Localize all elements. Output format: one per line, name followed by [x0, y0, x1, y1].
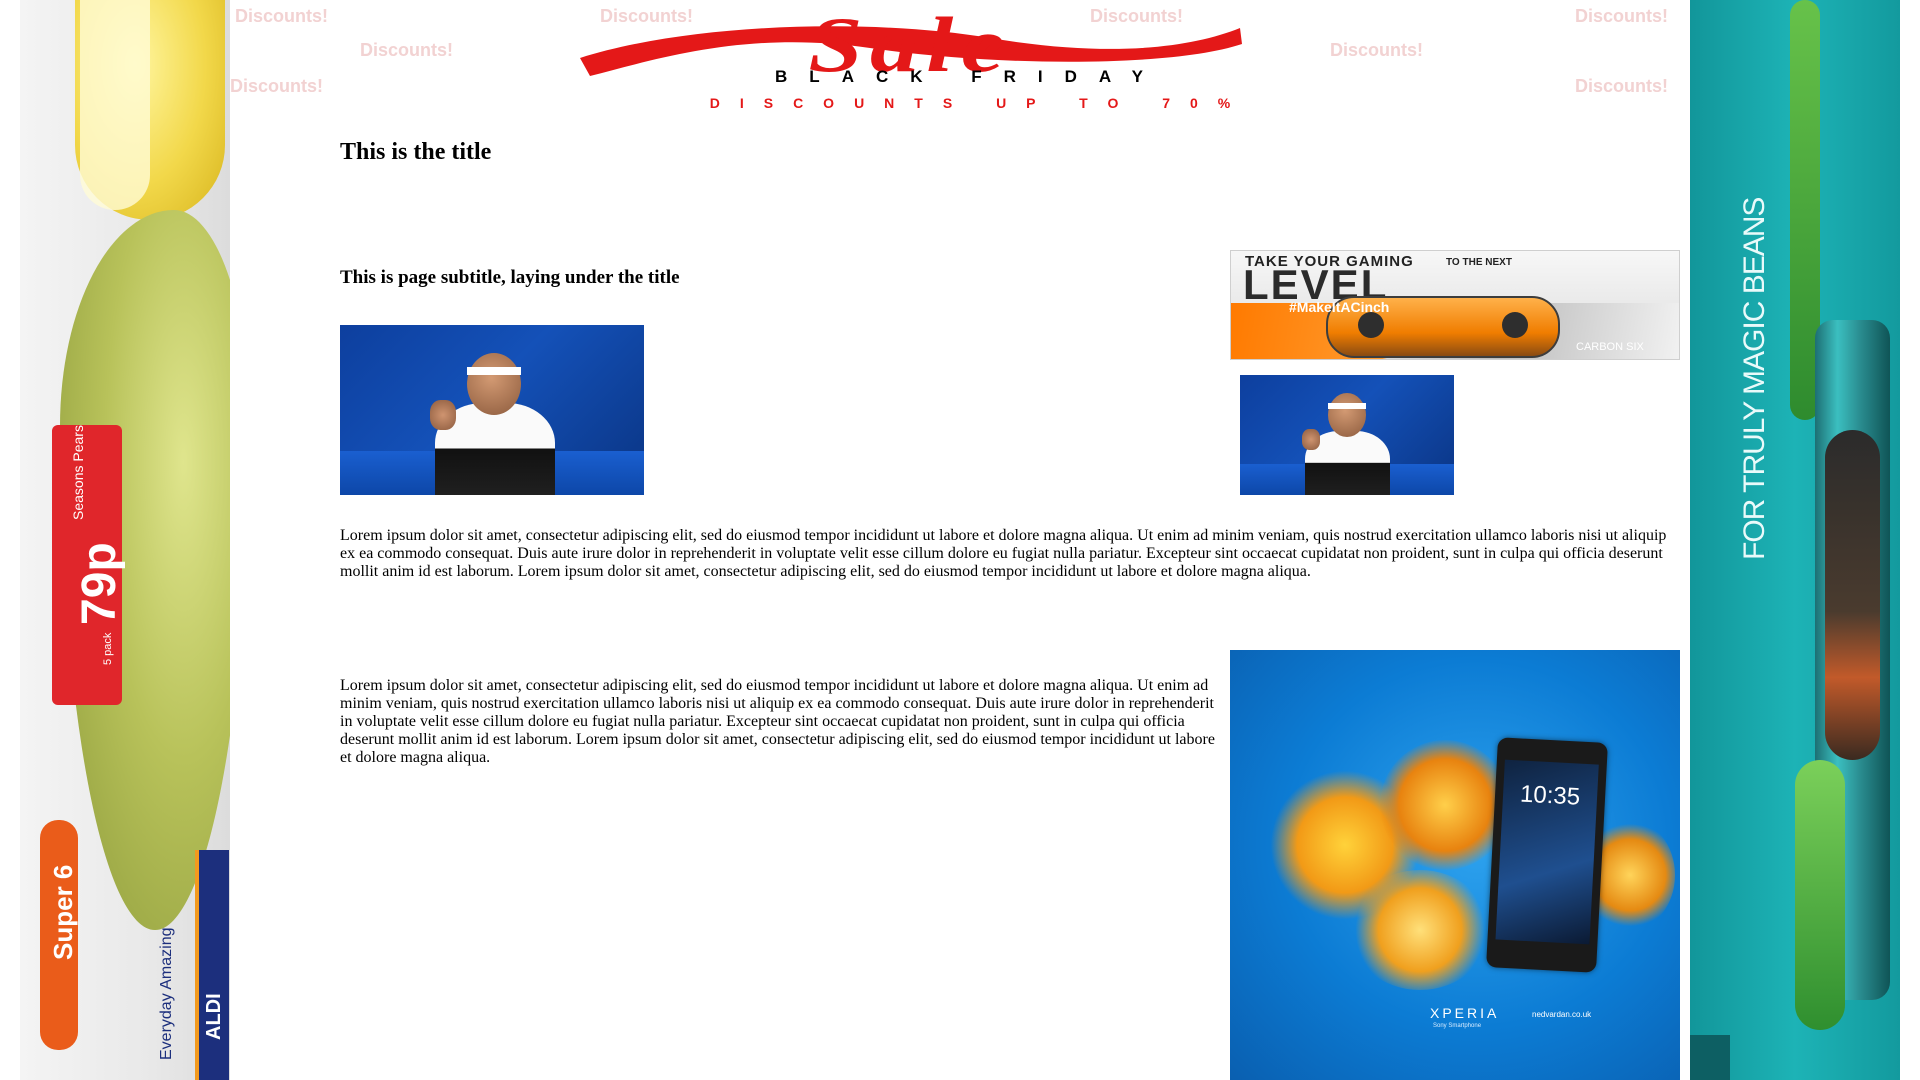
dealer-logo: nedvardan.co.uk [1532, 1010, 1592, 1019]
player-head [467, 353, 521, 415]
leaf-image-lower [1795, 760, 1845, 1030]
swirl-graphic [1380, 740, 1510, 870]
left-skyscraper-ad[interactable]: Seasons Pears 79p 5 pack Super 6 ALDI Ev… [20, 0, 230, 1080]
banner-background-text: Discounts! [235, 6, 329, 26]
bean-can-label [1825, 430, 1880, 760]
banner-discount-text: DISCOUNTS UP TO 70% [709, 95, 1251, 111]
right-skyscraper-ad[interactable]: FOR TRULY MAGIC BEANS [1690, 0, 1900, 1080]
banner-black-friday-text: BLACK FRIDAY [775, 67, 1165, 86]
smartphone-image: 10:35 [1486, 737, 1608, 973]
aldi-logo: ALDI [195, 850, 229, 1080]
xperia-brand: XPERIA [1430, 1005, 1500, 1021]
aldi-logo-label: ALDI [203, 993, 225, 1040]
xperia-brand-sub: Sony Smartphone [1433, 1023, 1482, 1029]
tennis-player-photo-small [1240, 375, 1454, 495]
gaming-ad-line-3: TO THE NEXT [1446, 257, 1512, 268]
player-fist [430, 400, 456, 430]
page-title: This is the title [340, 139, 492, 165]
sale-banner[interactable]: Discounts! Discounts! Discounts! Discoun… [230, 0, 1690, 118]
price-tag-pack: 5 pack [102, 632, 114, 665]
banner-background-text: Discounts! [1330, 40, 1424, 60]
phone-clock: 10:35 [1519, 780, 1581, 811]
ad-slogan: Everyday Amazing [158, 927, 175, 1060]
body-paragraph-1: Lorem ipsum dolor sit amet, consectetur … [340, 527, 1667, 580]
swirl-graphic [1350, 870, 1490, 990]
player-head [1328, 393, 1366, 437]
player-headband [467, 367, 521, 375]
price-tag-product: Seasons Pears [70, 425, 86, 520]
page-subtitle: This is page subtitle, laying under the … [340, 267, 680, 288]
brand-corner-logo [1690, 1035, 1730, 1080]
gaming-ad-product: CARBON SIX [1576, 341, 1644, 353]
price-tag: Seasons Pears 79p 5 pack [52, 425, 126, 705]
player-fist [1302, 429, 1320, 450]
super-six-badge: Super 6 [40, 820, 78, 1050]
lemon-cut-image [80, 0, 150, 210]
player-headband [1328, 403, 1366, 409]
gaming-controller-ad[interactable]: TAKE YOUR GAMING LEVEL TO THE NEXT #Make… [1230, 250, 1680, 360]
xperia-phone-ad[interactable]: 10:35 XPERIA Sony Smartphone nedvardan.c… [1230, 650, 1680, 1080]
smartphone-screen: 10:35 [1495, 759, 1599, 945]
price-tag-price: 79p [73, 542, 126, 625]
super-six-label: Super 6 [48, 864, 78, 960]
ad-slogan: FOR TRULY MAGIC BEANS [1738, 197, 1771, 560]
banner-background-text: Discounts! [1575, 6, 1669, 26]
banner-background-text: Discounts! [360, 40, 454, 60]
banner-background-text: Discounts! [230, 76, 324, 96]
body-paragraph-2: Lorem ipsum dolor sit amet, consectetur … [340, 677, 1215, 766]
gaming-ad-hashtag: #MakeItACinch [1289, 299, 1390, 315]
tennis-player-photo [340, 325, 644, 495]
banner-background-text: Discounts! [1575, 76, 1669, 96]
